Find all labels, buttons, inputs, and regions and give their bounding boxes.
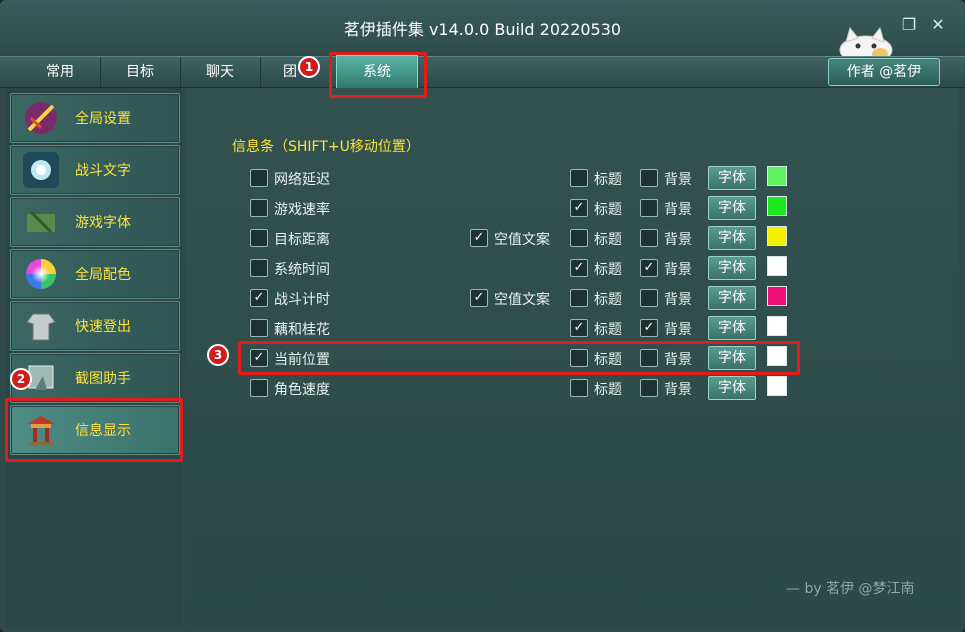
- plugin-window: 茗伊插件集 v14.0.0 Build 20220530 ❐ ✕ 常用 目标 聊…: [0, 0, 965, 632]
- row-checkbox[interactable]: [250, 319, 268, 337]
- row-label: 角色速度: [274, 382, 330, 398]
- step-badge-2: 2: [10, 368, 32, 390]
- background-checkbox[interactable]: [640, 199, 658, 217]
- tab-target[interactable]: 目标: [100, 57, 181, 87]
- background-label: 背景: [664, 172, 692, 188]
- tab-common[interactable]: 常用: [20, 57, 101, 87]
- font-button[interactable]: 字体: [708, 166, 756, 190]
- highlight-current-position-row: [238, 341, 800, 375]
- font-button[interactable]: 字体: [708, 286, 756, 310]
- row-label: 网络延迟: [274, 172, 330, 188]
- background-checkbox[interactable]: [640, 169, 658, 187]
- row-checkbox[interactable]: [250, 229, 268, 247]
- title-checkbox[interactable]: ✓: [570, 199, 588, 217]
- color-swatch[interactable]: [767, 226, 787, 246]
- background-checkbox[interactable]: [640, 229, 658, 247]
- author-button[interactable]: 作者 @茗伊: [828, 58, 940, 86]
- color-swatch[interactable]: [767, 286, 787, 306]
- sidebar-item-global-color[interactable]: 全局配色: [10, 249, 180, 299]
- title-checkbox[interactable]: [570, 379, 588, 397]
- sidebar-item-label: 全局设置: [75, 111, 131, 127]
- sidebar-item-label: 截图助手: [75, 371, 131, 387]
- highlight-sidebar-info: [5, 398, 183, 462]
- background-checkbox[interactable]: [640, 289, 658, 307]
- font-button[interactable]: 字体: [708, 376, 756, 400]
- title-label: 标题: [594, 172, 622, 188]
- color-swatch[interactable]: [767, 196, 787, 216]
- background-label: 背景: [664, 232, 692, 248]
- sword-icon: [25, 102, 57, 134]
- sidebar-item-screenshot-helper[interactable]: 截图助手: [10, 353, 180, 403]
- blank-text-checkbox[interactable]: ✓: [470, 289, 488, 307]
- section-title: 信息条（SHIFT+U移动位置）: [232, 139, 420, 155]
- scroll-icon: [27, 210, 55, 234]
- title-label: 标题: [594, 322, 622, 338]
- row-checkbox[interactable]: [250, 379, 268, 397]
- title-label: 标题: [594, 202, 622, 218]
- sidebar-item-label: 战斗文字: [75, 163, 131, 179]
- row-label: 系统时间: [274, 262, 330, 278]
- burst-icon: [23, 152, 59, 188]
- armor-icon: [26, 313, 56, 341]
- step-badge-1: 1: [298, 56, 320, 78]
- window-restore-icon[interactable]: ❐: [900, 16, 918, 34]
- row-label: 游戏速率: [274, 202, 330, 218]
- highlight-tab-system: [329, 52, 427, 98]
- font-button[interactable]: 字体: [708, 196, 756, 220]
- close-icon[interactable]: ✕: [929, 16, 947, 34]
- title-checkbox[interactable]: [570, 229, 588, 247]
- sidebar-item-label: 全局配色: [75, 267, 131, 283]
- color-swatch[interactable]: [767, 316, 787, 336]
- step-badge-3: 3: [207, 344, 229, 366]
- background-checkbox[interactable]: ✓: [640, 319, 658, 337]
- color-swatch[interactable]: [767, 166, 787, 186]
- sidebar-item-quick-logout[interactable]: 快速登出: [10, 301, 180, 351]
- blank-text-label: 空值文案: [494, 292, 550, 308]
- tab-chat[interactable]: 聊天: [180, 57, 261, 87]
- background-checkbox[interactable]: ✓: [640, 259, 658, 277]
- sidebar-item-global-settings[interactable]: 全局设置: [10, 93, 180, 143]
- row-label: 目标距离: [274, 232, 330, 248]
- row-checkbox[interactable]: [250, 199, 268, 217]
- color-swatch[interactable]: [767, 376, 787, 396]
- font-button[interactable]: 字体: [708, 226, 756, 250]
- background-label: 背景: [664, 382, 692, 398]
- background-label: 背景: [664, 262, 692, 278]
- font-button[interactable]: 字体: [708, 316, 756, 340]
- title-label: 标题: [594, 382, 622, 398]
- background-label: 背景: [664, 292, 692, 308]
- background-checkbox[interactable]: [640, 379, 658, 397]
- title-label: 标题: [594, 262, 622, 278]
- color-wheel-icon: [26, 259, 56, 289]
- title-checkbox[interactable]: ✓: [570, 259, 588, 277]
- blank-text-checkbox[interactable]: ✓: [470, 229, 488, 247]
- window-title: 茗伊插件集 v14.0.0 Build 20220530: [343, 20, 622, 39]
- blank-text-label: 空值文案: [494, 232, 550, 248]
- title-checkbox[interactable]: [570, 289, 588, 307]
- title-label: 标题: [594, 292, 622, 308]
- background-label: 背景: [664, 202, 692, 218]
- row-label: 藕和桂花: [274, 322, 330, 338]
- background-label: 背景: [664, 322, 692, 338]
- sidebar-item-label: 游戏字体: [75, 215, 131, 231]
- title-checkbox[interactable]: [570, 169, 588, 187]
- title-checkbox[interactable]: ✓: [570, 319, 588, 337]
- footer-credit: — by 茗伊 @梦江南: [786, 581, 915, 597]
- sidebar-item-label: 快速登出: [75, 319, 131, 335]
- sidebar-item-game-font[interactable]: 游戏字体: [10, 197, 180, 247]
- tab-bar: 常用 目标 聊天 团 系统: [0, 55, 965, 88]
- row-checkbox[interactable]: ✓: [250, 289, 268, 307]
- sidebar-item-combat-text[interactable]: 战斗文字: [10, 145, 180, 195]
- title-bar[interactable]: 茗伊插件集 v14.0.0 Build 20220530 ❐ ✕: [0, 0, 965, 65]
- color-swatch[interactable]: [767, 256, 787, 276]
- title-label: 标题: [594, 232, 622, 248]
- font-button[interactable]: 字体: [708, 256, 756, 280]
- row-checkbox[interactable]: [250, 259, 268, 277]
- row-label: 战斗计时: [274, 292, 330, 308]
- row-checkbox[interactable]: [250, 169, 268, 187]
